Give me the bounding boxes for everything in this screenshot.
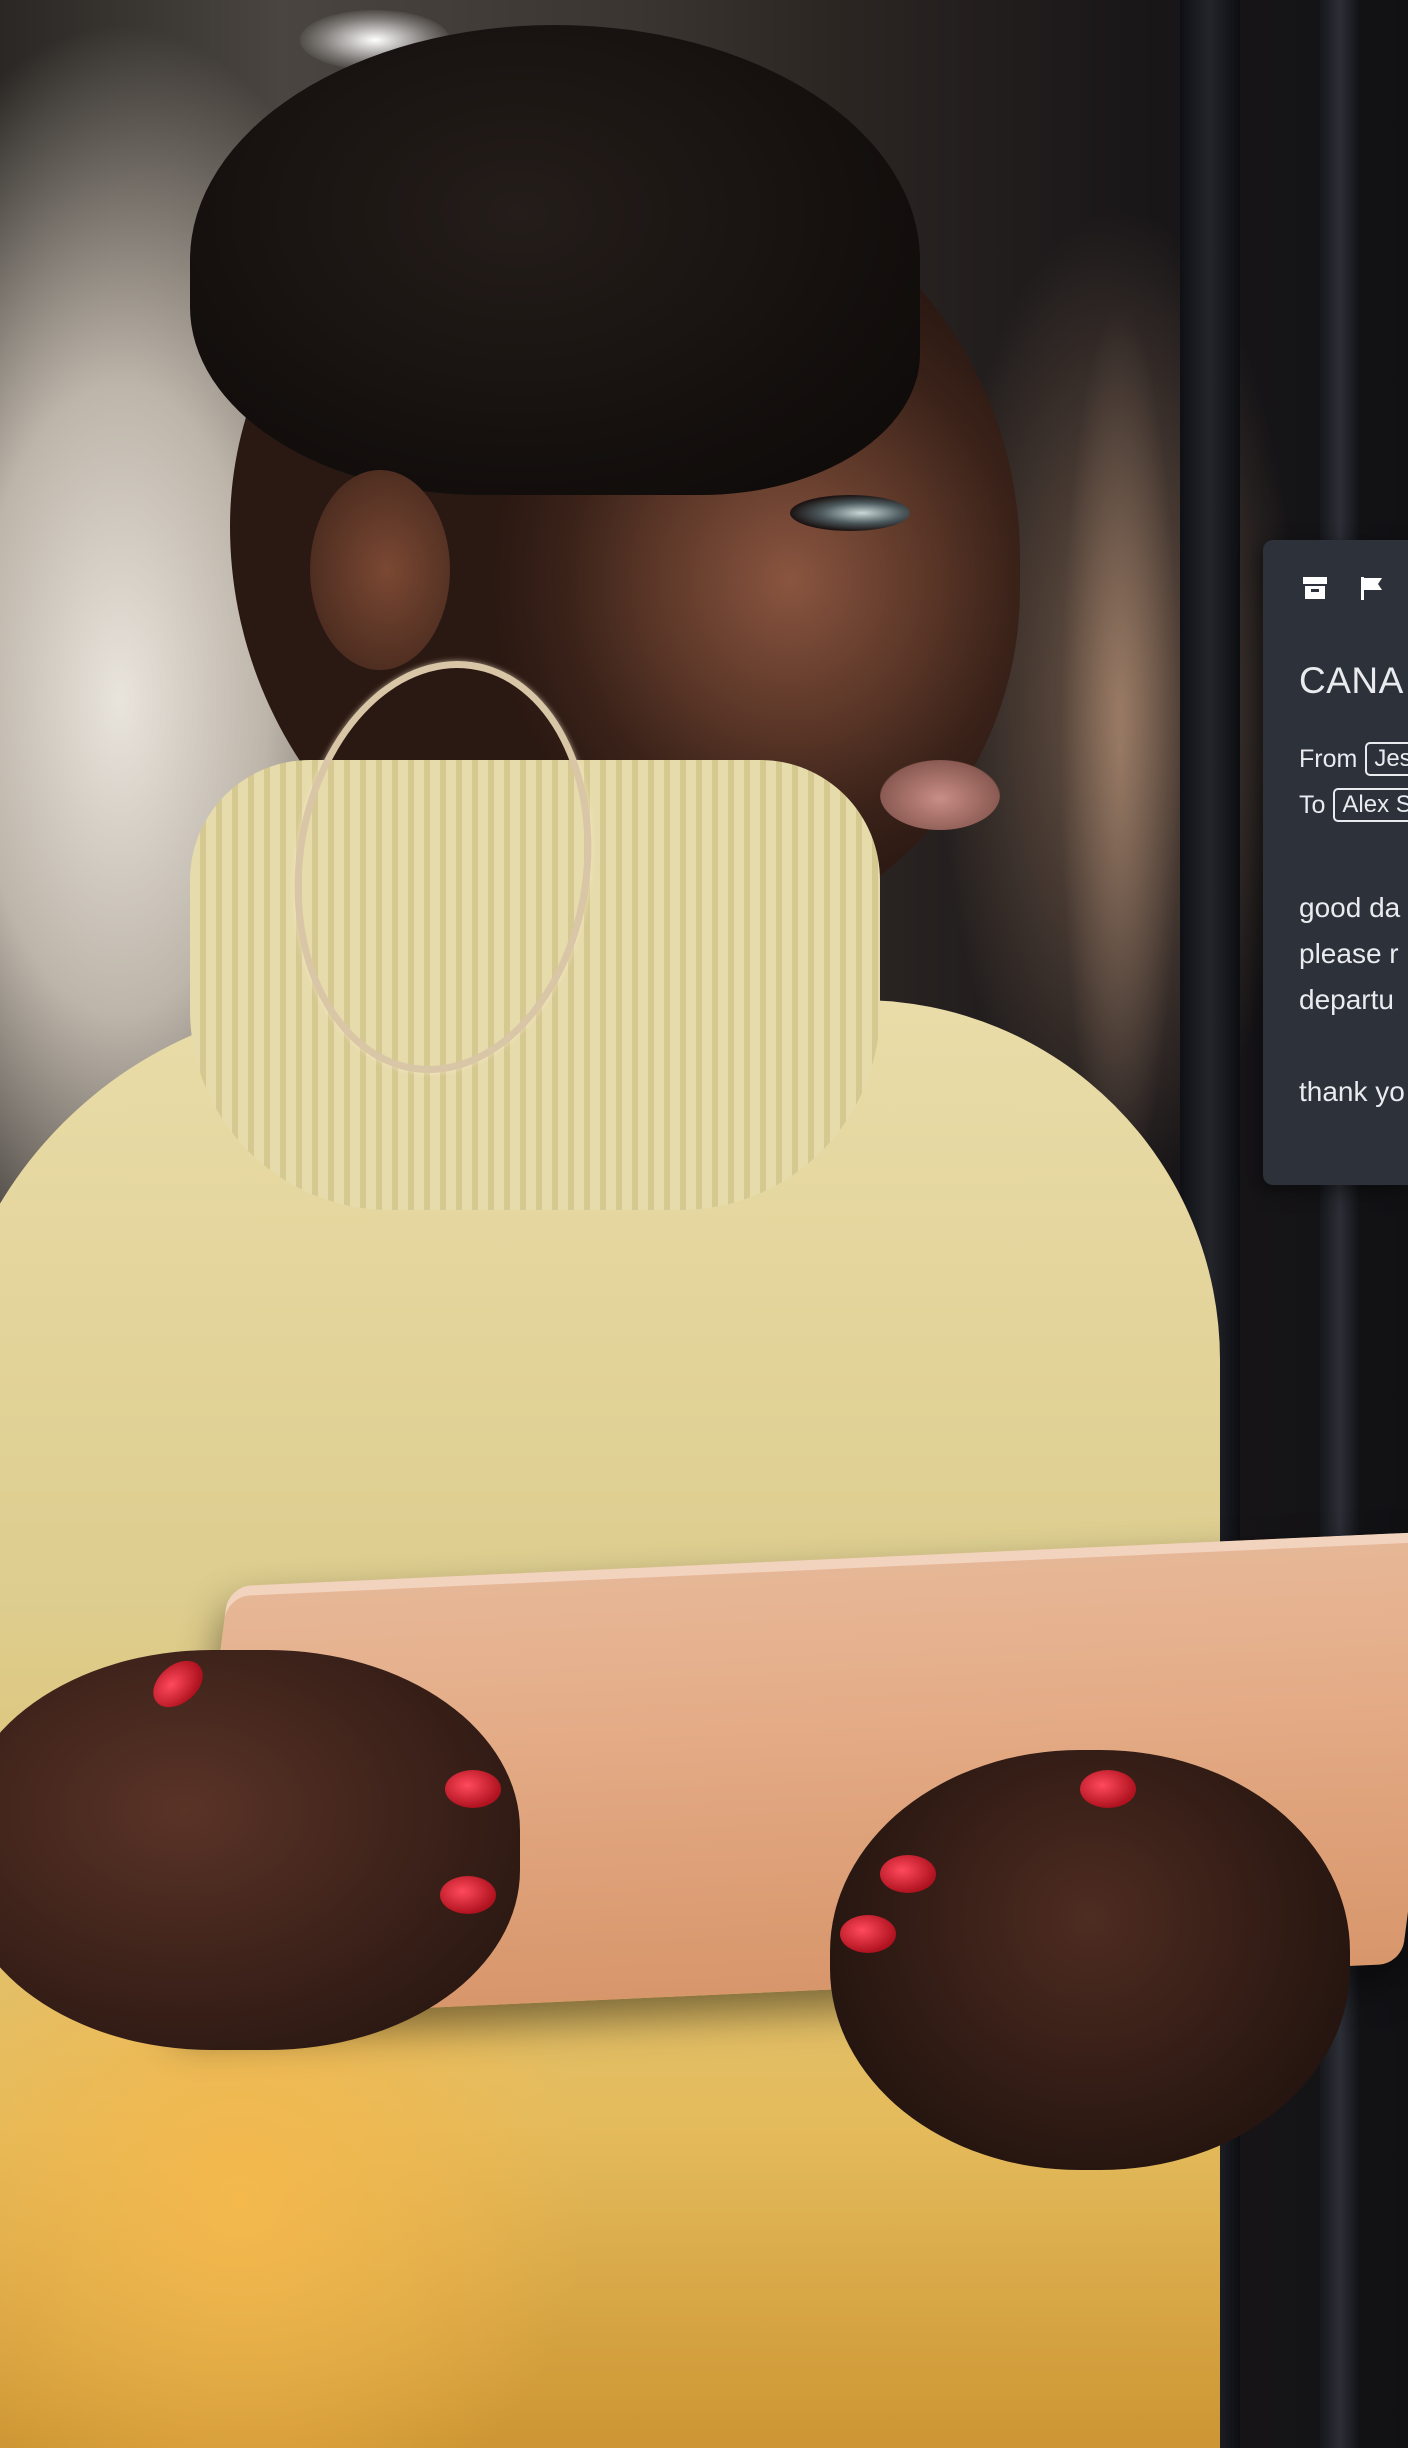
email-body-line (1299, 1023, 1405, 1069)
ear (310, 470, 450, 670)
flag-icon[interactable] (1353, 570, 1389, 606)
email-body: good da please r departu thank yo (1299, 885, 1405, 1115)
email-body-line: departu (1299, 984, 1394, 1015)
from-row: From Jes (1299, 742, 1408, 776)
painted-nail (445, 1770, 501, 1808)
to-row: To Alex S (1299, 788, 1408, 822)
email-body-line: good da (1299, 892, 1401, 923)
email-toolbar (1263, 570, 1408, 610)
email-subject: CANA (1299, 660, 1404, 701)
left-hand (0, 1650, 520, 2050)
photo-background (0, 0, 1408, 2448)
recipient-chip[interactable]: Alex S (1333, 788, 1408, 822)
eye (790, 495, 910, 531)
window-glow (1060, 300, 1180, 1200)
to-label: To (1299, 790, 1326, 819)
from-label: From (1299, 744, 1358, 773)
archive-icon[interactable] (1297, 570, 1333, 606)
painted-nail (1080, 1770, 1136, 1808)
email-preview-panel: CANA From Jes To Alex S good da please r… (1263, 540, 1408, 1185)
painted-nail (840, 1915, 896, 1953)
window-frame (1320, 0, 1360, 2448)
email-body-line: please r (1299, 938, 1399, 969)
short-hair (190, 25, 920, 495)
right-hand (830, 1750, 1350, 2170)
email-body-line: thank yo (1299, 1076, 1405, 1107)
painted-nail (440, 1876, 496, 1914)
painted-nail (880, 1855, 936, 1893)
sender-chip[interactable]: Jes (1365, 742, 1408, 776)
lips (880, 760, 1000, 830)
